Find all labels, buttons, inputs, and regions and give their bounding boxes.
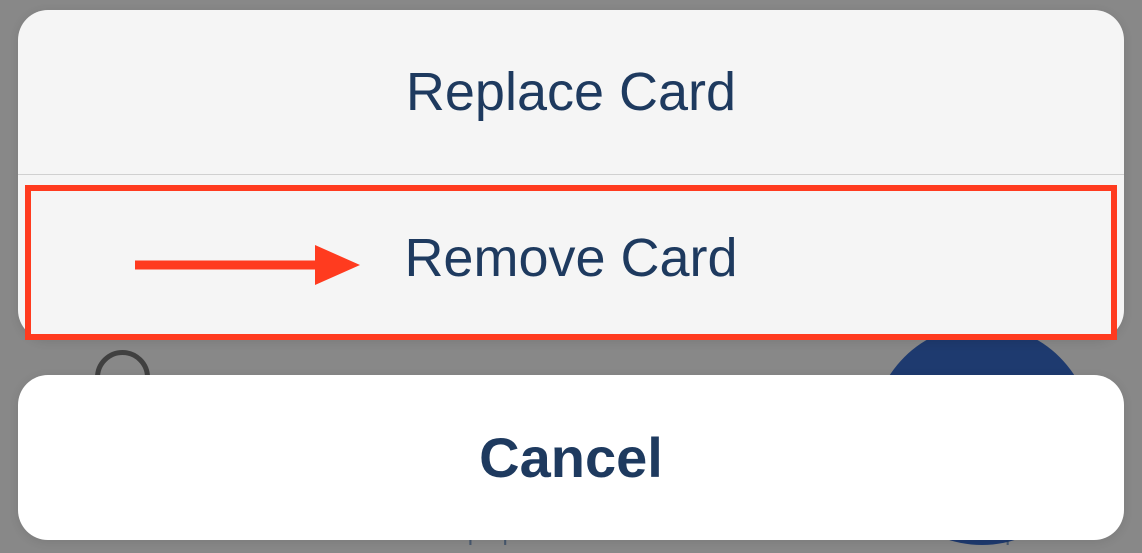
- remove-card-label: Remove Card: [404, 227, 737, 289]
- action-sheet: Replace Card Remove Card: [18, 10, 1124, 340]
- replace-card-label: Replace Card: [406, 61, 736, 123]
- remove-card-option[interactable]: Remove Card: [18, 175, 1124, 340]
- cancel-label: Cancel: [479, 425, 663, 490]
- cancel-button[interactable]: Cancel: [18, 375, 1124, 540]
- replace-card-option[interactable]: Replace Card: [18, 10, 1124, 175]
